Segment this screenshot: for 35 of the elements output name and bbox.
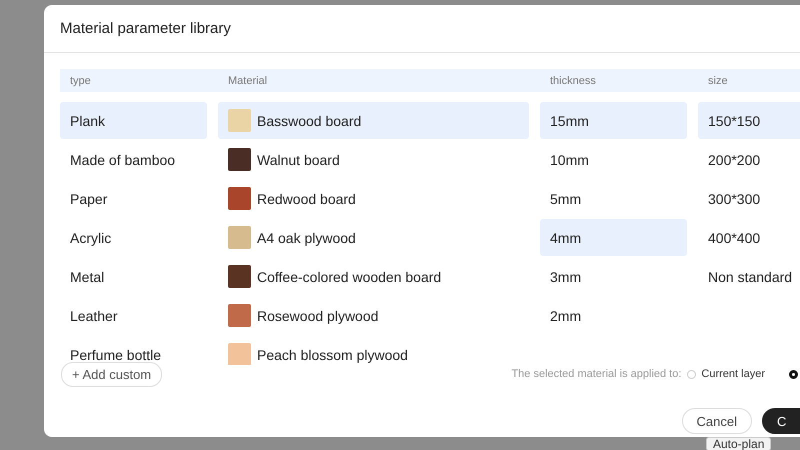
- list-item[interactable]: 4mm: [540, 219, 687, 256]
- list-item[interactable]: 300*300: [698, 180, 800, 217]
- apply-label: The selected material is applied to:: [511, 368, 682, 380]
- list-item[interactable]: Rosewood plywood: [218, 297, 529, 334]
- list-item[interactable]: Made of bamboo: [60, 141, 207, 178]
- list-item[interactable]: A4 oak plywood: [218, 219, 529, 256]
- list-item[interactable]: 200*200: [698, 141, 800, 178]
- list-item[interactable]: 400*400: [698, 219, 800, 256]
- list-item[interactable]: Leather: [60, 297, 207, 334]
- list-item[interactable]: 150*150: [698, 102, 800, 139]
- list-item[interactable]: 2mm: [540, 297, 687, 334]
- column-header: Material: [227, 74, 268, 86]
- column-header: thickness: [549, 74, 597, 86]
- confirm-button[interactable]: C: [762, 408, 800, 434]
- list-item[interactable]: 5mm: [540, 180, 687, 217]
- list-item[interactable]: 10mm: [540, 141, 687, 178]
- list-item[interactable]: 15mm: [540, 102, 687, 139]
- list-item[interactable]: Plank: [60, 102, 207, 139]
- list-item[interactable]: Non standard: [698, 258, 800, 295]
- list-item[interactable]: Redwood board: [218, 180, 529, 217]
- list-item[interactable]: Peach blossom plywood: [218, 336, 529, 365]
- list-item[interactable]: Basswood board: [218, 102, 529, 139]
- radio-label[interactable]: Current layer: [701, 368, 765, 380]
- list-item[interactable]: Walnut board: [218, 141, 529, 178]
- cancel-button[interactable]: Cancel: [682, 408, 752, 434]
- list-item[interactable]: Paper: [60, 180, 207, 217]
- list-item[interactable]: Coffee-colored wooden board: [218, 258, 529, 295]
- radio-button[interactable]: [789, 370, 798, 378]
- list-item[interactable]: Acrylic: [60, 219, 207, 256]
- add-custom-button[interactable]: + Add custom: [61, 362, 162, 386]
- dialog-title: Material parameter library: [44, 5, 800, 53]
- column-header: size: [707, 74, 729, 86]
- column-header: type: [69, 74, 92, 86]
- list-item[interactable]: 3mm: [540, 258, 687, 295]
- list-item[interactable]: Metal: [60, 258, 207, 295]
